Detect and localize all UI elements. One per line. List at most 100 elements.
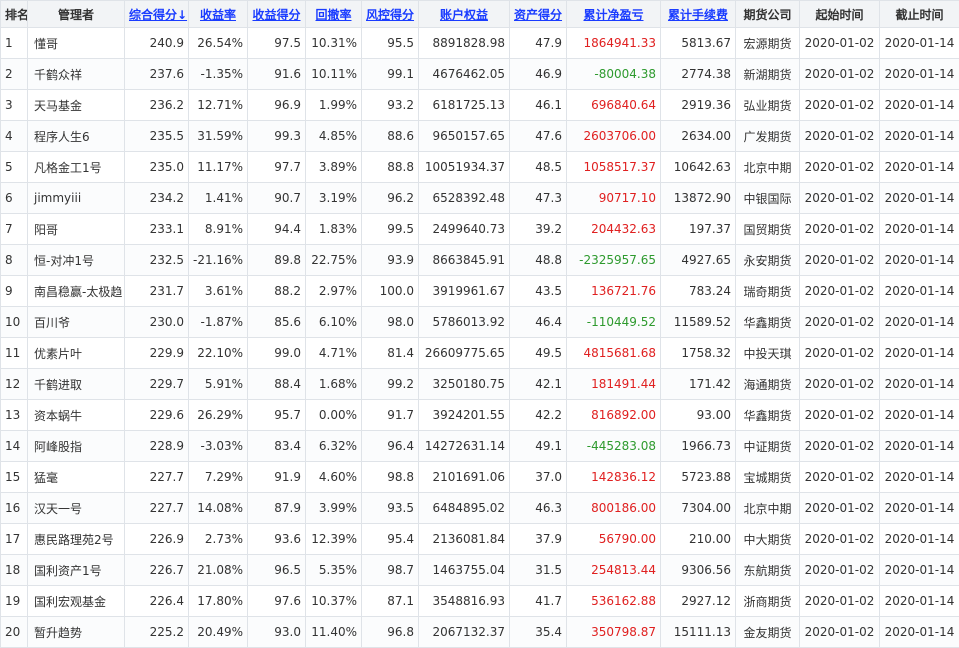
header-cumulative-pnl-label[interactable]: 累计净盈亏 [583,8,643,22]
header-end-date-label: 截止时间 [895,7,944,22]
start-date-cell: 2020-01-02 [799,244,880,276]
header-return-rate[interactable]: 收益率 [188,0,248,28]
cumulative-fee-cell: 783.24 [660,275,736,307]
return-score-cell: 83.4 [247,430,306,462]
end-date-cell: 2020-01-14 [879,182,959,214]
risk-score-cell: 81.4 [361,337,419,369]
account-equity-cell: 3548816.93 [418,585,510,617]
manager-cell: jimmyiii [27,182,125,214]
return-rate-cell: 26.54% [188,27,248,59]
header-manager-label: 管理者 [57,7,94,22]
cumulative-pnl-cell: 136721.76 [566,275,661,307]
cumulative-pnl-cell: 90717.10 [566,182,661,214]
return-rate-cell: 5.91% [188,368,248,400]
start-date-cell: 2020-01-02 [799,182,880,214]
header-drawdown-label[interactable]: 回撤率 [315,8,351,22]
rank-cell: 6 [0,182,28,214]
end-date-cell: 2020-01-14 [879,492,959,524]
return-score-cell: 88.4 [247,368,306,400]
risk-score-cell: 96.8 [361,616,419,648]
table-row: 16 汉天一号 227.7 14.08% 87.9 3.99% 93.5 6484895.02… [0,492,959,524]
futures-company-cell: 东航期货 [735,554,800,586]
start-date-cell: 2020-01-02 [799,151,880,183]
drawdown-cell: 10.31% [305,27,362,59]
cumulative-pnl-cell: 254813.44 [566,554,661,586]
drawdown-cell: 1.68% [305,368,362,400]
end-date-cell: 2020-01-14 [879,399,959,431]
composite-score-cell: 229.9 [124,337,189,369]
end-date-cell: 2020-01-14 [879,430,959,462]
header-risk-score-label[interactable]: 风控得分 [366,8,414,22]
table-row: 17 惠民路理苑2号 226.9 2.73% 93.6 12.39% 95.4 2136081… [0,523,959,555]
account-equity-cell: 2067132.37 [418,616,510,648]
end-date-cell: 2020-01-14 [879,616,959,648]
table-row: 9 南昌稳赢-太极趋 231.7 3.61% 88.2 2.97% 100.0 3919961… [0,275,959,307]
header-cumulative-fee-label[interactable]: 累计手续费 [668,8,728,22]
cumulative-fee-cell: 4927.65 [660,244,736,276]
header-cumulative-pnl[interactable]: 累计净盈亏 [566,0,661,28]
header-end-date: 截止时间 [879,0,959,28]
cumulative-pnl-cell: -445283.08 [566,430,661,462]
asset-score-cell: 42.2 [509,399,567,431]
cumulative-fee-cell: 11589.52 [660,306,736,338]
rank-cell: 11 [0,337,28,369]
risk-score-cell: 88.8 [361,151,419,183]
rank-cell: 7 [0,213,28,245]
table-row: 11 优素片叶 229.9 22.10% 99.0 4.71% 81.4 26609775.6… [0,337,959,369]
drawdown-cell: 4.60% [305,461,362,493]
cumulative-pnl-cell: -110449.52 [566,306,661,338]
cumulative-pnl-cell: 2603706.00 [566,120,661,152]
return-rate-cell: 26.29% [188,399,248,431]
return-score-cell: 97.5 [247,27,306,59]
rank-cell: 15 [0,461,28,493]
end-date-cell: 2020-01-14 [879,151,959,183]
return-rate-cell: 22.10% [188,337,248,369]
futures-company-cell: 广发期货 [735,120,800,152]
drawdown-cell: 3.89% [305,151,362,183]
rank-cell: 4 [0,120,28,152]
start-date-cell: 2020-01-02 [799,120,880,152]
return-rate-cell: 3.61% [188,275,248,307]
futures-company-cell: 弘业期货 [735,89,800,121]
futures-company-cell: 中投天琪 [735,337,800,369]
composite-score-cell: 226.9 [124,523,189,555]
composite-score-cell: 240.9 [124,27,189,59]
return-rate-cell: 31.59% [188,120,248,152]
end-date-cell: 2020-01-14 [879,306,959,338]
asset-score-cell: 46.9 [509,58,567,90]
start-date-cell: 2020-01-02 [799,337,880,369]
return-rate-cell: 1.41% [188,182,248,214]
manager-cell: 国利资产1号 [27,554,125,586]
manager-cell: 优素片叶 [27,337,125,369]
drawdown-cell: 4.85% [305,120,362,152]
risk-score-cell: 99.1 [361,58,419,90]
asset-score-cell: 42.1 [509,368,567,400]
return-score-cell: 95.7 [247,399,306,431]
table-row: 7 阳哥 233.1 8.91% 94.4 1.83% 99.5 2499640.73 39.2… [0,213,959,245]
header-composite-score-label[interactable]: 综合得分↓ [129,8,187,22]
futures-company-cell: 中大期货 [735,523,800,555]
cumulative-pnl-cell: 181491.44 [566,368,661,400]
asset-score-cell: 37.0 [509,461,567,493]
header-start-date: 起始时间 [799,0,880,28]
header-drawdown[interactable]: 回撤率 [305,0,362,28]
risk-score-cell: 93.9 [361,244,419,276]
header-asset-score[interactable]: 资产得分 [509,0,567,28]
header-cumulative-fee[interactable]: 累计手续费 [660,0,736,28]
header-rank-label: 排名 [5,7,28,22]
header-account-equity[interactable]: 账户权益 [418,0,510,28]
manager-cell: 资本蜗牛 [27,399,125,431]
header-rank: 排名 [0,0,28,28]
account-equity-cell: 6181725.13 [418,89,510,121]
header-return-score[interactable]: 收益得分 [247,0,306,28]
return-rate-cell: 2.73% [188,523,248,555]
header-return-rate-label[interactable]: 收益率 [200,8,236,22]
header-return-score-label[interactable]: 收益得分 [252,8,300,22]
header-account-equity-label[interactable]: 账户权益 [440,8,488,22]
table-row: 19 国利宏观基金 226.4 17.80% 97.6 10.37% 87.1 3548816… [0,585,959,617]
start-date-cell: 2020-01-02 [799,585,880,617]
header-composite-score[interactable]: 综合得分↓ [124,0,189,28]
header-risk-score[interactable]: 风控得分 [361,0,419,28]
header-asset-score-label[interactable]: 资产得分 [514,8,562,22]
futures-company-cell: 北京中期 [735,492,800,524]
